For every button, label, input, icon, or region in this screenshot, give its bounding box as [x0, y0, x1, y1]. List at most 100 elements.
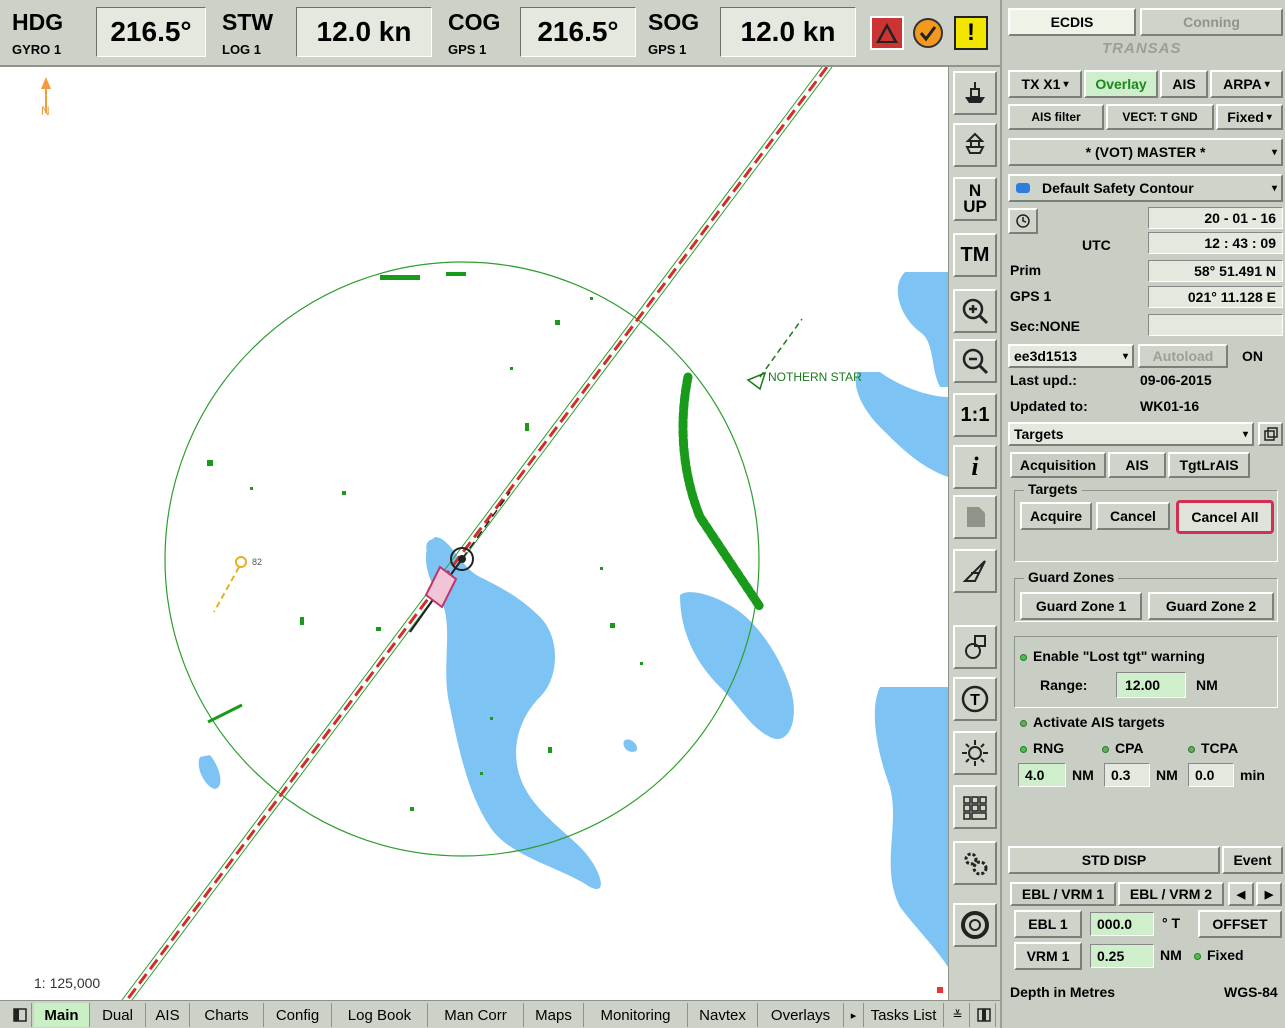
chart-canvas[interactable]: NOTHERN STAR 82 N: [0, 67, 948, 1000]
tab-charts[interactable]: Charts: [190, 1003, 264, 1027]
tab-man-corr[interactable]: Man Corr: [428, 1003, 524, 1027]
chart-scale: 1: 125,000: [34, 975, 101, 991]
last-upd-label: Last upd.:: [1010, 372, 1077, 388]
panel-toggle-icon[interactable]: [8, 1003, 32, 1027]
cpa-input[interactable]: 0.3: [1104, 763, 1150, 787]
tab-ais-bottom[interactable]: AIS: [146, 1003, 190, 1027]
more-tabs-icon[interactable]: ▸: [844, 1003, 864, 1027]
settings-icon[interactable]: [953, 841, 997, 885]
ais-filter-button[interactable]: AIS filter: [1008, 104, 1104, 130]
tab-navtex[interactable]: Navtex: [688, 1003, 758, 1027]
acquire-button[interactable]: Acquire: [1020, 502, 1092, 530]
tab-log-book[interactable]: Log Book: [332, 1003, 428, 1027]
vrm-1-button[interactable]: VRM 1: [1014, 942, 1082, 970]
std-disp-button[interactable]: STD DISP: [1008, 846, 1220, 874]
sec-label: Sec:NONE: [1010, 318, 1081, 334]
north-up-icon[interactable]: N UP: [953, 177, 997, 221]
vrm-fixed-toggle[interactable]: Fixed: [1194, 947, 1244, 963]
rng-input[interactable]: 4.0: [1018, 763, 1066, 787]
target-label: NOTHERN STAR: [768, 370, 862, 384]
tab-ecdis[interactable]: ECDIS: [1008, 8, 1136, 36]
last-upd-value: 09-06-2015: [1140, 372, 1212, 388]
orange-check-icon[interactable]: [910, 16, 946, 50]
tab-overlays[interactable]: Overlays: [758, 1003, 844, 1027]
tab-monitoring[interactable]: Monitoring: [584, 1003, 688, 1027]
lifebuoy-icon[interactable]: [953, 903, 997, 947]
tasks-dropdown-icon[interactable]: ≚: [946, 1003, 970, 1027]
clock-icon[interactable]: [1008, 208, 1038, 234]
vrm-input[interactable]: 0.25: [1090, 944, 1154, 968]
window-toggle-icon[interactable]: [972, 1003, 996, 1027]
stw-value: 12.0 kn: [296, 7, 432, 57]
north-label: N: [41, 104, 50, 118]
tx-select[interactable]: TX X1 ▾: [1008, 70, 1082, 98]
tab-conning[interactable]: Conning: [1140, 8, 1283, 36]
zoom-in-icon[interactable]: [953, 289, 997, 333]
tab-main[interactable]: Main: [34, 1003, 90, 1027]
tab-dual[interactable]: Dual: [90, 1003, 146, 1027]
updated-to-value: WK01-16: [1140, 398, 1200, 414]
datum: WGS-84: [1224, 984, 1278, 1000]
tab-tgtlrais[interactable]: TgtLrAIS: [1168, 452, 1250, 478]
activate-ais-toggle[interactable]: Activate AIS targets: [1020, 714, 1165, 730]
center-ship-icon[interactable]: [953, 123, 997, 167]
master-select[interactable]: * (VOT) MASTER * ▾: [1008, 138, 1283, 166]
cancel-button[interactable]: Cancel: [1096, 502, 1170, 530]
rng-toggle[interactable]: RNG: [1020, 740, 1064, 756]
zoom-out-icon[interactable]: [953, 339, 997, 383]
depth-units: Depth in Metres: [1010, 984, 1116, 1000]
lost-tgt-toggle[interactable]: Enable "Lost tgt" warning: [1020, 648, 1205, 664]
brightness-icon[interactable]: [953, 731, 997, 775]
t-icon[interactable]: T: [953, 677, 997, 721]
vrm-unit: NM: [1160, 947, 1182, 963]
true-motion-icon[interactable]: TM: [953, 233, 997, 277]
scale-1-1-icon[interactable]: 1:1: [953, 393, 997, 437]
safety-contour-select[interactable]: Default Safety Contour ▾: [1008, 174, 1283, 202]
date-value: 20 - 01 - 16: [1148, 207, 1283, 229]
range-input[interactable]: 12.00: [1116, 672, 1186, 698]
yellow-exclamation-icon[interactable]: !: [954, 16, 988, 50]
sog-value: 12.0 kn: [720, 7, 856, 57]
route-tool-icon[interactable]: [953, 625, 997, 669]
tab-acquisition[interactable]: Acquisition: [1010, 452, 1106, 478]
tab-tasks-list[interactable]: Tasks List: [864, 1003, 944, 1027]
ebl-1-button[interactable]: EBL 1: [1014, 910, 1082, 938]
chart-view[interactable]: NOTHERN STAR 82 N 1: 125,000: [0, 67, 948, 1000]
info-icon[interactable]: i: [953, 445, 997, 489]
undock-icon[interactable]: [1258, 422, 1283, 446]
rng-indicator-icon: [1020, 745, 1027, 753]
chart-id-select[interactable]: ee3d1513 ▾: [1008, 344, 1134, 368]
targets-select[interactable]: Targets ▾: [1008, 422, 1254, 446]
ais-button[interactable]: AIS: [1160, 70, 1208, 98]
event-button[interactable]: Event: [1222, 846, 1283, 874]
fixed-select[interactable]: Fixed ▾: [1216, 104, 1283, 130]
sec-value: [1148, 314, 1283, 336]
vect-button[interactable]: VECT: T GND: [1106, 104, 1214, 130]
guard-zone-2-button[interactable]: Guard Zone 2: [1148, 592, 1274, 620]
ruler-icon[interactable]: [953, 549, 997, 593]
tab-ebl-vrm-2[interactable]: EBL / VRM 2: [1118, 882, 1224, 906]
tab-ebl-vrm-1[interactable]: EBL / VRM 1: [1010, 882, 1116, 906]
tab-config[interactable]: Config: [264, 1003, 332, 1027]
waypoint-82[interactable]: [213, 556, 247, 613]
autoload-button[interactable]: Autoload: [1138, 344, 1228, 368]
cancel-all-button[interactable]: Cancel All: [1176, 500, 1274, 534]
time-value: 12 : 43 : 09: [1148, 232, 1283, 254]
brand-logo: TRANSAS: [1102, 40, 1182, 57]
cpa-toggle[interactable]: CPA: [1102, 740, 1144, 756]
tab-ais[interactable]: AIS: [1108, 452, 1166, 478]
offset-button[interactable]: OFFSET: [1198, 910, 1282, 938]
arpa-select[interactable]: ARPA ▾: [1210, 70, 1283, 98]
tcpa-toggle[interactable]: TCPA: [1188, 740, 1238, 756]
tab-maps[interactable]: Maps: [524, 1003, 584, 1027]
doc-icon[interactable]: [953, 495, 997, 539]
keypad-icon[interactable]: [953, 785, 997, 829]
tcpa-input[interactable]: 0.0: [1188, 763, 1234, 787]
own-ship-icon[interactable]: [953, 71, 997, 115]
ebl-input[interactable]: 000.0: [1090, 912, 1154, 936]
overlay-button[interactable]: Overlay: [1084, 70, 1158, 98]
guard-zone-1-button[interactable]: Guard Zone 1: [1020, 592, 1142, 620]
prev-tab-icon[interactable]: ◀: [1228, 882, 1254, 906]
red-triangle-icon[interactable]: [870, 16, 904, 50]
next-tab-icon[interactable]: ▶: [1256, 882, 1282, 906]
